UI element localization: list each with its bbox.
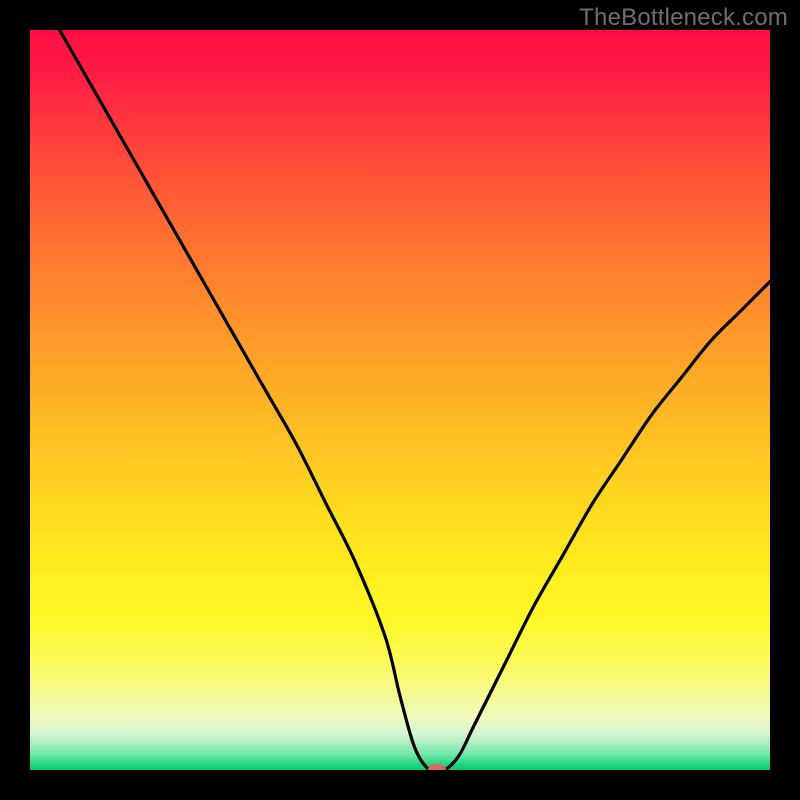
bottleneck-curve	[30, 30, 770, 770]
watermark-text: TheBottleneck.com	[579, 4, 788, 32]
chart-frame: TheBottleneck.com	[0, 0, 800, 800]
plot-area	[30, 30, 770, 770]
curve-path	[60, 30, 770, 770]
optimal-marker	[428, 764, 446, 770]
